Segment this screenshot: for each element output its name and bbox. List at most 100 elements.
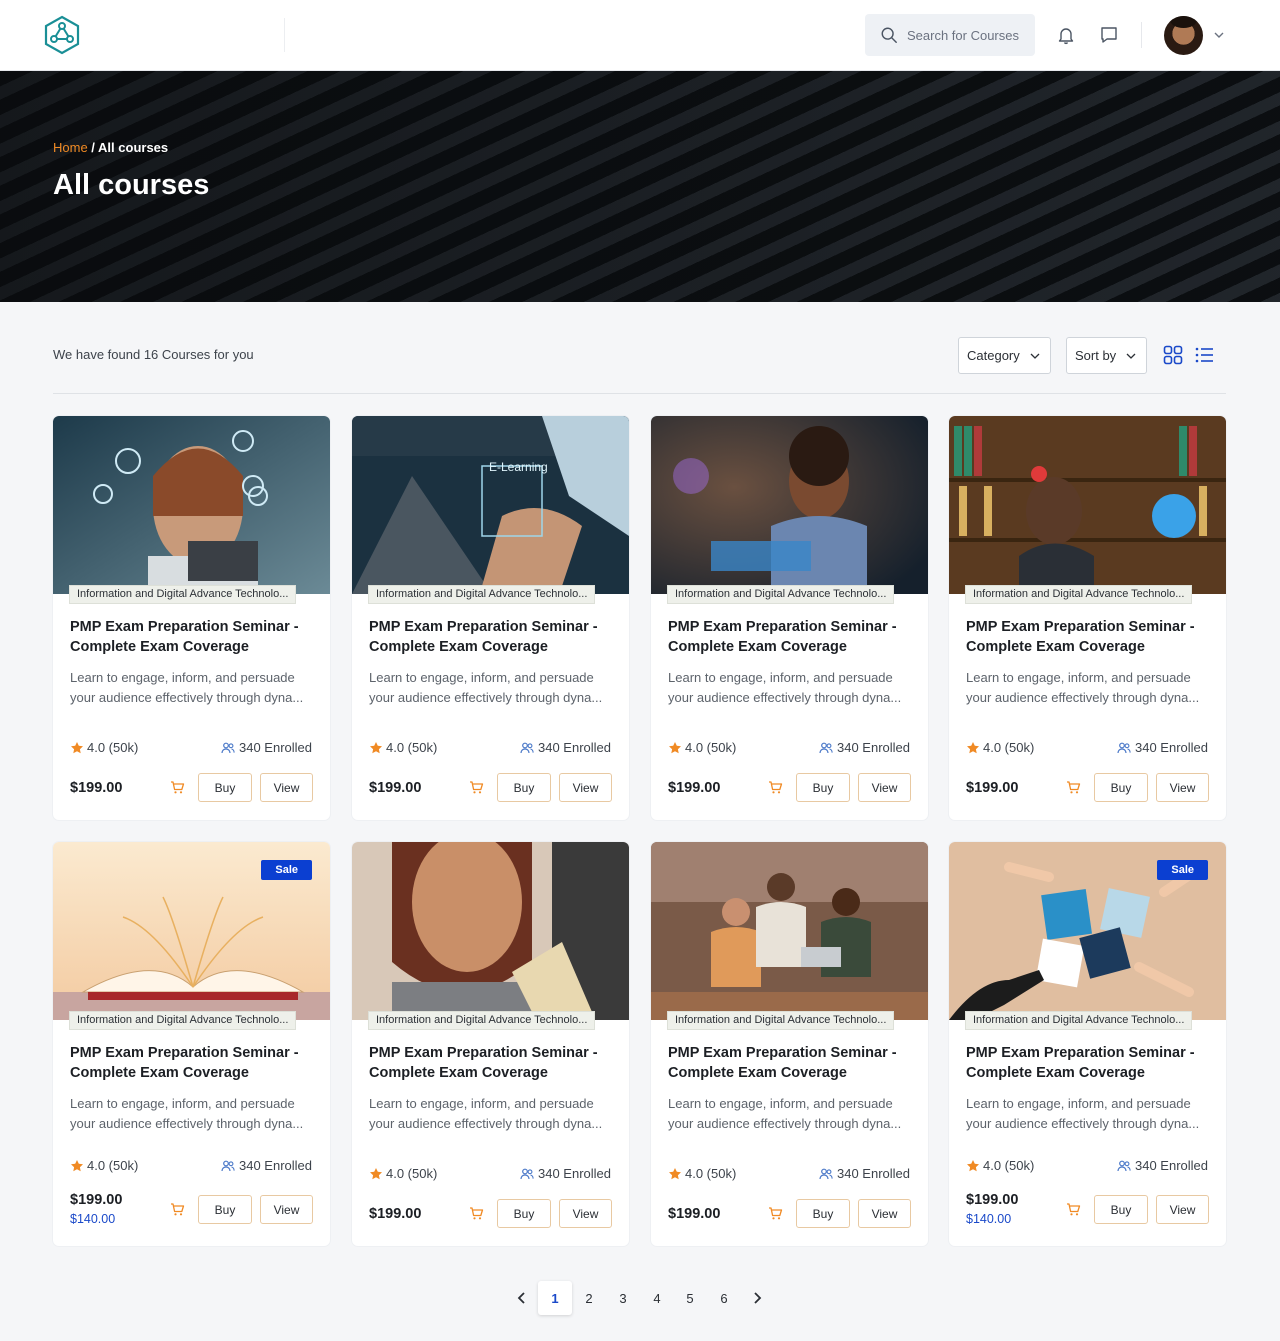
enrolled-count: 340 Enrolled bbox=[239, 740, 312, 755]
cart-icon[interactable] bbox=[768, 780, 783, 795]
buy-button[interactable]: Buy bbox=[796, 773, 850, 802]
enrolled-count: 340 Enrolled bbox=[239, 1158, 312, 1173]
top-navbar: Search for Courses bbox=[0, 0, 1280, 71]
cart-icon[interactable] bbox=[469, 1206, 484, 1221]
course-card[interactable]: Sale Information and Digital Advance Tech… bbox=[949, 842, 1226, 1246]
view-button[interactable]: View bbox=[1156, 773, 1209, 802]
course-title[interactable]: PMP Exam Preparation Seminar - Complete … bbox=[70, 617, 318, 657]
course-thumbnail[interactable] bbox=[651, 416, 928, 594]
course-description: Learn to engage, inform, and persuade yo… bbox=[966, 670, 1200, 705]
course-title[interactable]: PMP Exam Preparation Seminar - Complete … bbox=[668, 617, 916, 657]
course-rating: 4.0 (50k) bbox=[70, 740, 138, 755]
course-description: Learn to engage, inform, and persuade yo… bbox=[70, 1096, 304, 1131]
view-button[interactable]: View bbox=[260, 773, 313, 802]
breadcrumb-current: All courses bbox=[98, 140, 169, 155]
avatar[interactable] bbox=[1164, 16, 1203, 55]
pagination-page-4[interactable]: 4 bbox=[640, 1281, 674, 1315]
pagination-next-button[interactable] bbox=[740, 1281, 774, 1315]
course-card[interactable]: Information and Digital Advance Technolo… bbox=[949, 416, 1226, 820]
list-view-icon[interactable] bbox=[1195, 346, 1214, 364]
pagination-page-6[interactable]: 6 bbox=[707, 1281, 741, 1315]
chat-icon[interactable] bbox=[1099, 25, 1119, 45]
course-description: Learn to engage, inform, and persuade yo… bbox=[966, 1096, 1200, 1131]
bell-icon[interactable] bbox=[1056, 25, 1076, 45]
rating-value: 4.0 (50k) bbox=[87, 740, 139, 755]
category-dropdown-label: Category bbox=[967, 348, 1020, 363]
course-title[interactable]: PMP Exam Preparation Seminar - Complete … bbox=[369, 617, 617, 657]
pagination-page-3[interactable]: 3 bbox=[606, 1281, 640, 1315]
course-price: $199.00 bbox=[369, 780, 422, 796]
course-description: Learn to engage, inform, and persuade yo… bbox=[369, 1096, 603, 1131]
breadcrumb: Home / All courses bbox=[53, 140, 168, 155]
chevron-down-icon[interactable] bbox=[1213, 29, 1225, 41]
buy-button[interactable]: Buy bbox=[198, 773, 252, 802]
course-card[interactable]: Information and Digital Advance Technolo… bbox=[53, 416, 330, 820]
sort-dropdown[interactable]: Sort by bbox=[1066, 337, 1147, 374]
course-description: Learn to engage, inform, and persuade yo… bbox=[70, 670, 304, 705]
category-dropdown[interactable]: Category bbox=[958, 337, 1051, 374]
toolbar-divider bbox=[53, 393, 1226, 394]
course-price: $199.00 bbox=[668, 1206, 721, 1222]
course-card[interactable]: E-Learning Information and Digital Advanc… bbox=[352, 416, 629, 820]
users-icon bbox=[520, 742, 534, 753]
course-thumbnail[interactable] bbox=[352, 842, 629, 1020]
pagination-page-2[interactable]: 2 bbox=[572, 1281, 606, 1315]
pagination-page-1[interactable]: 1 bbox=[538, 1281, 572, 1315]
view-button[interactable]: View bbox=[858, 1199, 911, 1228]
cart-icon[interactable] bbox=[170, 780, 185, 795]
course-card[interactable]: Information and Digital Advance Technolo… bbox=[651, 416, 928, 820]
view-button[interactable]: View bbox=[260, 1195, 313, 1224]
buy-button[interactable]: Buy bbox=[1094, 1195, 1148, 1224]
course-title[interactable]: PMP Exam Preparation Seminar - Complete … bbox=[369, 1043, 617, 1083]
pagination-prev-button[interactable] bbox=[505, 1281, 539, 1315]
search-input[interactable]: Search for Courses bbox=[865, 14, 1035, 56]
enrolled-count: 340 Enrolled bbox=[837, 1166, 910, 1181]
course-thumbnail[interactable] bbox=[651, 842, 928, 1020]
cart-icon[interactable] bbox=[1066, 780, 1081, 795]
enrolled-count: 340 Enrolled bbox=[1135, 740, 1208, 755]
buy-button[interactable]: Buy bbox=[1094, 773, 1148, 802]
breadcrumb-home-link[interactable]: Home bbox=[53, 140, 88, 155]
buy-button[interactable]: Buy bbox=[796, 1199, 850, 1228]
view-button[interactable]: View bbox=[858, 773, 911, 802]
course-title[interactable]: PMP Exam Preparation Seminar - Complete … bbox=[966, 1043, 1214, 1083]
course-card[interactable]: Sale Information and Digital Advance Tech… bbox=[53, 842, 330, 1246]
course-category-tag: Information and Digital Advance Technolo… bbox=[69, 1011, 297, 1030]
rating-value: 4.0 (50k) bbox=[983, 1158, 1035, 1173]
view-button[interactable]: View bbox=[559, 773, 612, 802]
course-title[interactable]: PMP Exam Preparation Seminar - Complete … bbox=[668, 1043, 916, 1083]
course-rating: 4.0 (50k) bbox=[966, 740, 1034, 755]
pagination-page-5[interactable]: 5 bbox=[673, 1281, 707, 1315]
cart-icon[interactable] bbox=[469, 780, 484, 795]
view-button[interactable]: View bbox=[1156, 1195, 1209, 1224]
logo-icon[interactable] bbox=[42, 15, 82, 55]
course-thumbnail[interactable] bbox=[53, 416, 330, 594]
view-button[interactable]: View bbox=[559, 1199, 612, 1228]
users-icon bbox=[221, 1160, 235, 1171]
course-card[interactable]: Information and Digital Advance Technolo… bbox=[651, 842, 928, 1246]
cart-icon[interactable] bbox=[768, 1206, 783, 1221]
course-thumbnail[interactable] bbox=[949, 416, 1226, 594]
rating-value: 4.0 (50k) bbox=[983, 740, 1035, 755]
buy-button[interactable]: Buy bbox=[198, 1195, 252, 1224]
course-sale-price: $140.00 bbox=[70, 1212, 116, 1226]
cart-icon[interactable] bbox=[1066, 1202, 1081, 1217]
course-card[interactable]: Information and Digital Advance Technolo… bbox=[352, 842, 629, 1246]
buy-button[interactable]: Buy bbox=[497, 1199, 551, 1228]
course-description: Learn to engage, inform, and persuade yo… bbox=[668, 670, 902, 705]
rating-value: 4.0 (50k) bbox=[685, 740, 737, 755]
course-thumbnail[interactable]: E-Learning bbox=[352, 416, 629, 594]
breadcrumb-separator: / bbox=[87, 140, 99, 155]
grid-view-icon[interactable] bbox=[1163, 345, 1183, 365]
course-title[interactable]: PMP Exam Preparation Seminar - Complete … bbox=[966, 617, 1214, 657]
course-title[interactable]: PMP Exam Preparation Seminar - Complete … bbox=[70, 1043, 318, 1083]
course-enrolled: 340 Enrolled bbox=[819, 740, 910, 755]
course-rating: 4.0 (50k) bbox=[966, 1158, 1034, 1173]
enrolled-count: 340 Enrolled bbox=[837, 740, 910, 755]
course-description: Learn to engage, inform, and persuade yo… bbox=[668, 1096, 902, 1131]
course-enrolled: 340 Enrolled bbox=[520, 1166, 611, 1181]
buy-button[interactable]: Buy bbox=[497, 773, 551, 802]
rating-value: 4.0 (50k) bbox=[685, 1166, 737, 1181]
cart-icon[interactable] bbox=[170, 1202, 185, 1217]
enrolled-count: 340 Enrolled bbox=[538, 1166, 611, 1181]
